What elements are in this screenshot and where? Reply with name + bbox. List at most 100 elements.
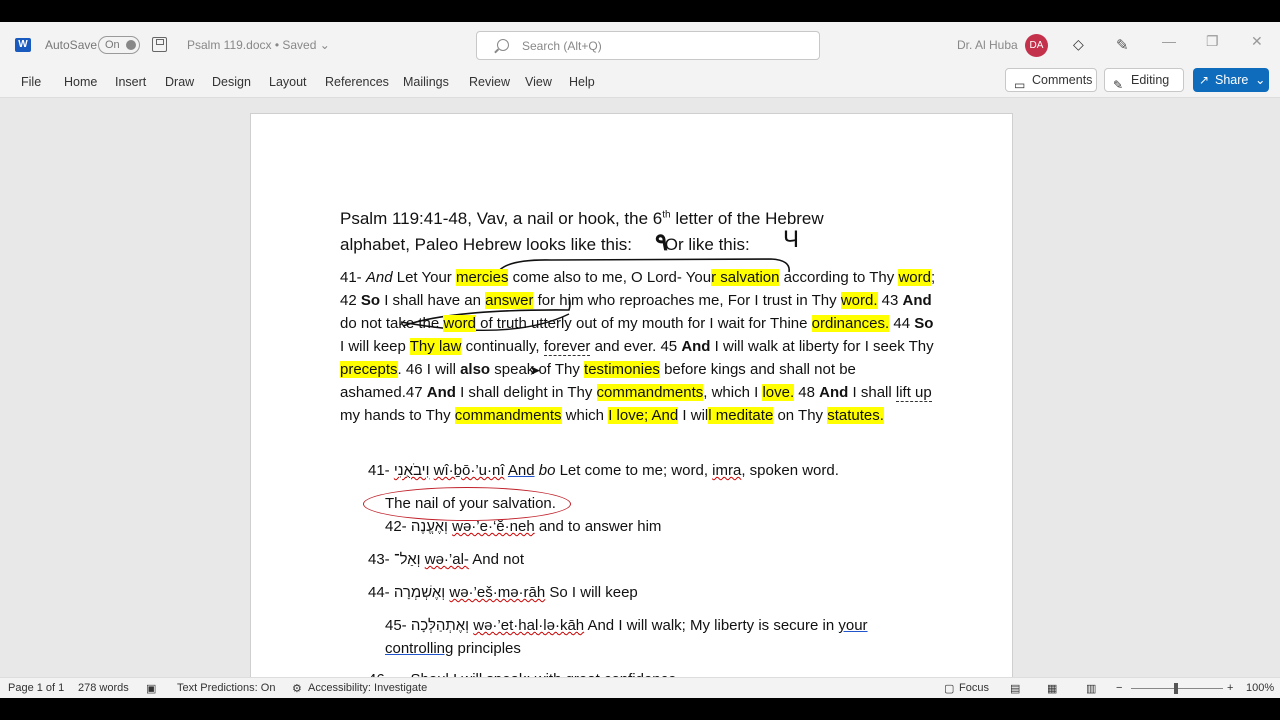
heading-part-b: letter of the Hebrew [670, 209, 824, 228]
word-count[interactable]: 278 words [78, 682, 129, 694]
note-text: And I will walk; My liberty is secure in [584, 617, 839, 634]
verse-text: , which I [703, 384, 763, 401]
zoom-out-button[interactable]: − [1116, 682, 1122, 694]
editing-mode-button[interactable]: ✎ Editing ⌄ [1104, 68, 1184, 109]
note-41[interactable]: 41- וִיבֹאֻנִי wî·ḇō·’u·nî And bo Let co… [368, 460, 839, 482]
accessibility-status[interactable]: Accessibility: Investigate [308, 682, 427, 694]
autosave-toggle[interactable]: On [98, 36, 140, 54]
minimize-icon[interactable]: — [1162, 33, 1176, 49]
highlighted-word: commandments [454, 407, 562, 424]
highlighted-word: r salvation [711, 269, 780, 286]
note-number: 41- [368, 462, 394, 479]
note-text: and to answer him [534, 518, 662, 535]
note-number: 43- [368, 551, 394, 568]
heading-superscript: th [662, 209, 671, 221]
note-45[interactable]: 45- וְאֶתְהַלְּכָה wə·’et·hal·lə·kāh And… [385, 615, 868, 637]
tab-mailings[interactable]: Mailings [403, 75, 449, 89]
page-count[interactable]: Page 1 of 1 [8, 682, 64, 694]
save-icon[interactable] [152, 37, 167, 52]
close-icon[interactable]: ✕ [1251, 33, 1263, 50]
document-title-text: Psalm 119.docx • Saved [187, 38, 317, 52]
word-logo-icon[interactable]: W [15, 38, 31, 52]
avatar[interactable]: DA [1025, 34, 1048, 57]
note-word: imra [712, 462, 742, 479]
note-44[interactable]: 44- וְאֶשְׁמְרָה wə·’eš·mə·rāh So I will… [368, 582, 638, 604]
verse-text: continually, [461, 338, 544, 355]
tab-help[interactable]: Help [569, 75, 595, 89]
comments-button[interactable]: ▭ Comments [1005, 68, 1097, 92]
web-layout-icon[interactable]: ▥ [1086, 682, 1096, 695]
verse-text: I shall have an [380, 292, 486, 309]
tab-layout[interactable]: Layout [269, 75, 307, 89]
verse-text: I shall [848, 384, 896, 401]
tab-design[interactable]: Design [212, 75, 251, 89]
tab-review[interactable]: Review [469, 75, 510, 89]
autosave-label: AutoSave [45, 38, 98, 52]
document-page[interactable]: Psalm 119:41-48, Vav, a nail or hook, th… [250, 113, 1013, 683]
transliteration: wə·’et·hal·lə·kāh [473, 617, 585, 634]
verse-text: for him who reproaches me, For I trust i… [533, 292, 841, 309]
search-input[interactable]: Search (Alt+Q) [476, 31, 820, 60]
mouse-cursor-icon: ➤ [529, 362, 541, 378]
comments-icon: ▭ [1014, 78, 1026, 92]
verses-paragraph[interactable]: 41- And Let Your mercies come also to me… [340, 266, 940, 427]
verse-text: 41- [340, 269, 366, 286]
hebrew-word: וְאֶשְׁמְרָה [393, 584, 446, 601]
note-45-continued[interactable]: controlling principles [385, 638, 521, 660]
tab-view[interactable]: View [525, 75, 552, 89]
nail-note[interactable]: The nail of your salvation. [385, 493, 556, 515]
verse-text: I wil [678, 407, 709, 424]
verse-text: 48 [794, 384, 820, 401]
document-canvas[interactable]: Psalm 119:41-48, Vav, a nail or hook, th… [0, 97, 1280, 683]
heading-part-d: Or like this: [664, 235, 750, 254]
share-button[interactable]: ↗ Share ⌄ [1193, 68, 1269, 92]
zoom-slider-thumb[interactable] [1174, 683, 1178, 694]
highlighted-word: word [443, 315, 476, 332]
read-mode-icon[interactable]: ▤ [1010, 682, 1020, 695]
zoom-in-button[interactable]: + [1227, 682, 1233, 694]
editing-label: Editing [1131, 73, 1170, 87]
verse-text: I shall delight in Thy [455, 384, 597, 401]
verse-text: I will keep [340, 338, 410, 355]
note-text: And not [468, 551, 524, 568]
word-window: W AutoSave On Psalm 119.docx • Saved ⌄ S… [0, 22, 1280, 698]
tab-references[interactable]: References [325, 75, 389, 89]
note-word: your [838, 617, 868, 634]
verse-text: and ever. 45 [590, 338, 682, 355]
note-italic: bo [538, 462, 556, 479]
pen-icon[interactable]: ✎ [1116, 36, 1129, 54]
highlighted-word: I love; And [608, 407, 679, 424]
restore-icon[interactable]: ❐ [1206, 33, 1219, 50]
bold-word: And [819, 384, 849, 401]
verse-text: which [561, 407, 609, 424]
zoom-level[interactable]: 100% [1246, 682, 1274, 694]
note-42[interactable]: 42- וְאֶעֱנֶה wə·’e·‘ĕ·neh and to answer… [385, 516, 661, 538]
verse-text: I will walk at liberty for I seek Thy [710, 338, 934, 355]
heading-part-c: alphabet, Paleo Hebrew looks like this: [340, 235, 637, 254]
tab-insert[interactable]: Insert [115, 75, 146, 89]
transliteration: wə·’eš·mə·rāh [449, 584, 546, 601]
tab-file[interactable]: File [21, 75, 41, 89]
heading[interactable]: Psalm 119:41-48, Vav, a nail or hook, th… [340, 206, 940, 258]
highlighted-word: precepts [340, 361, 398, 378]
user-name[interactable]: Dr. Al Huba [957, 38, 1018, 52]
note-43[interactable]: 43- וְאַל־ wə·’al- And not [368, 549, 524, 571]
diamond-icon[interactable]: ◇ [1073, 37, 1087, 51]
verse-text: 44 [889, 315, 915, 332]
text-predictions[interactable]: Text Predictions: On [177, 682, 275, 694]
verse-text: of truth utterly out of my mouth for I w… [475, 315, 812, 332]
focus-button[interactable]: Focus [959, 682, 989, 694]
tab-home[interactable]: Home [64, 75, 97, 89]
proofing-icon[interactable]: ▣ [146, 682, 156, 695]
ribbon-tabs: File Home Insert Draw Design Layout Refe… [0, 68, 1280, 109]
document-title[interactable]: Psalm 119.docx • Saved ⌄ [187, 38, 330, 52]
share-label: Share [1215, 73, 1249, 87]
note-number: 44- [368, 584, 394, 601]
tab-draw[interactable]: Draw [165, 75, 194, 89]
print-layout-icon[interactable]: ▦ [1047, 682, 1057, 695]
highlighted-word: testimonies [584, 361, 660, 378]
highlighted-word: love. [762, 384, 795, 401]
chevron-down-icon[interactable]: ⌄ [1255, 68, 1265, 92]
paleo-vav-glyph-1: ٩ [655, 229, 668, 256]
title-bar: W AutoSave On Psalm 119.docx • Saved ⌄ S… [0, 22, 1280, 68]
